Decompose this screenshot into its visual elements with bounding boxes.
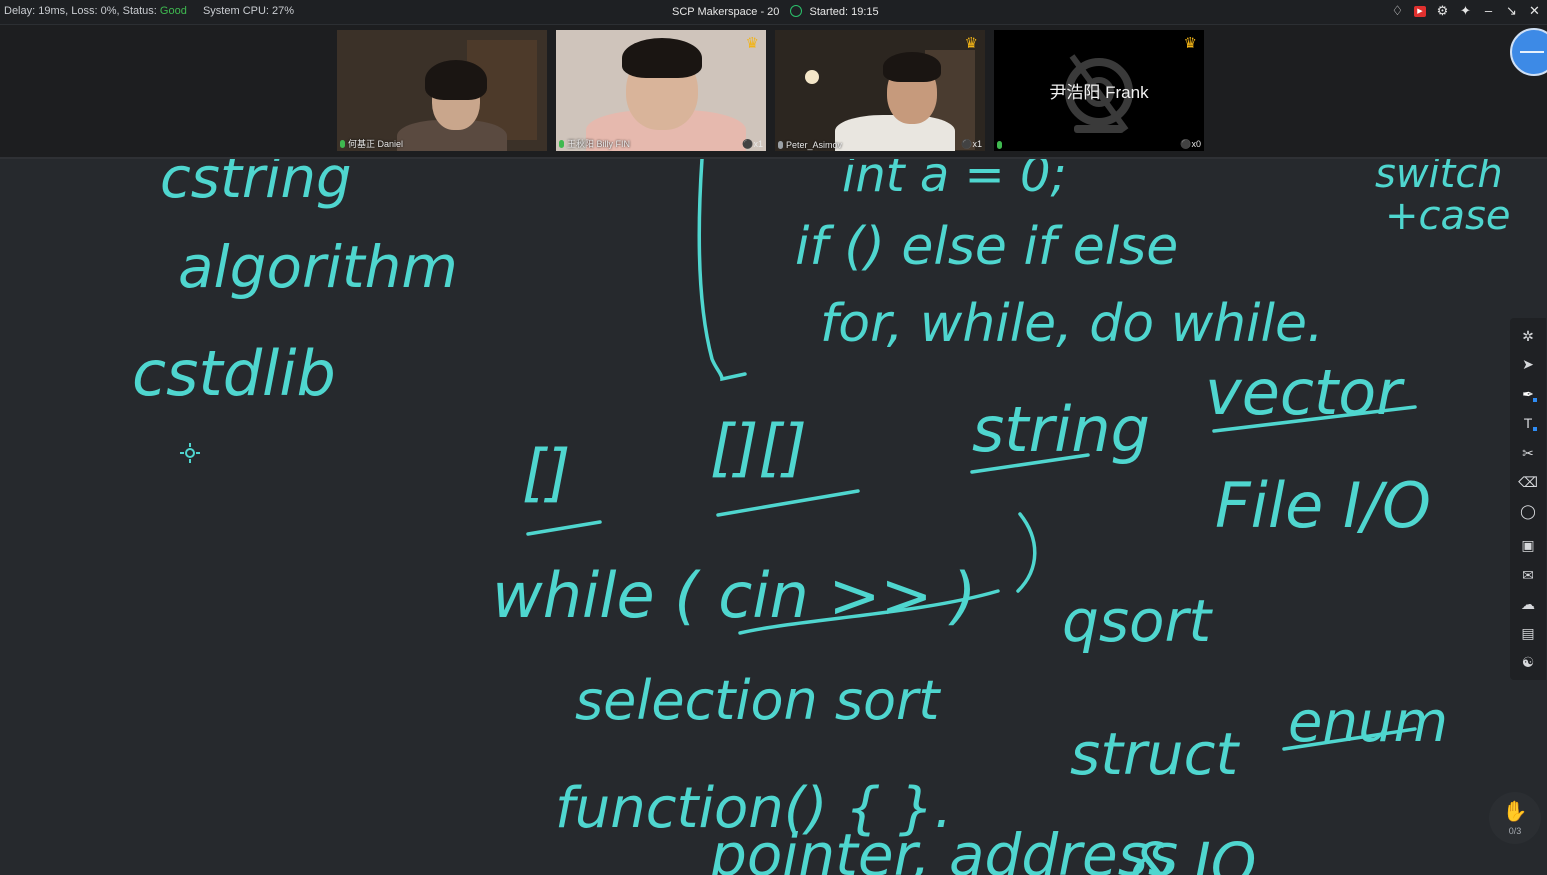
participant-name: Peter_Asimov bbox=[778, 140, 842, 150]
wb-text-switch: switch bbox=[1375, 159, 1503, 197]
trophy-count: ⚫x0 bbox=[1180, 139, 1201, 149]
clock-icon bbox=[790, 5, 803, 17]
window-controls: ♢ ▶ ⚙ ✦ – ↘ ✕ bbox=[1391, 3, 1541, 19]
minimize-icon[interactable]: – bbox=[1482, 3, 1495, 19]
wb-text-int: int a = 0; bbox=[842, 159, 1067, 203]
video-tile-frank[interactable]: 尹浩阳 Frank ♛ ⚫x0 bbox=[994, 30, 1204, 151]
shape-icon[interactable]: ◯ bbox=[1518, 501, 1538, 521]
wb-text-fileio: File I/O bbox=[1215, 469, 1431, 542]
wb-text-pointer: pointer, address bbox=[709, 821, 1178, 875]
wb-text-array: [] bbox=[522, 436, 570, 509]
gear-icon[interactable]: ⚙ bbox=[1436, 3, 1449, 19]
raise-hand-count: 0/3 bbox=[1508, 826, 1522, 836]
trophy-icon: ⚫ bbox=[742, 139, 754, 149]
video-tile-billy[interactable]: ♛ 王秋阳 Billy FIN ⚫x1 bbox=[556, 30, 766, 151]
participant-mic bbox=[997, 140, 1005, 150]
whiteboard-canvas[interactable]: cstring algorithm cstdlib int a = 0; if … bbox=[0, 159, 1547, 875]
mic-icon bbox=[997, 141, 1002, 149]
chat-icon[interactable]: ✉ bbox=[1518, 565, 1538, 585]
trophy-count: ⚫x1 bbox=[961, 139, 982, 149]
pen-icon[interactable]: ✒ bbox=[1518, 384, 1538, 404]
crown-icon: ♛ bbox=[1183, 35, 1197, 52]
toolbox-icon[interactable]: ▤ bbox=[1518, 623, 1538, 643]
video-tile-daniel[interactable]: 何基正 Daniel bbox=[337, 30, 547, 151]
started-time: Started: 19:15 bbox=[809, 6, 879, 18]
stats-text: Delay: 19ms, Loss: 0%, Status: bbox=[4, 5, 157, 17]
scissors-icon[interactable]: ✂ bbox=[1518, 443, 1538, 463]
wb-text-string: string bbox=[972, 393, 1150, 466]
paren-close bbox=[1016, 512, 1037, 593]
whiteboard[interactable]: cstring algorithm cstdlib int a = 0; if … bbox=[0, 159, 1547, 875]
trophy-count: ⚫x1 bbox=[742, 139, 763, 149]
session-info: SCP Makerspace - 20 Started: 19:15 bbox=[672, 5, 879, 18]
document-icon[interactable]: ▣ bbox=[1518, 535, 1538, 555]
wb-text-cstdlib: cstdlib bbox=[132, 337, 336, 410]
crown-icon: ♛ bbox=[964, 35, 978, 52]
wb-text-if-else: if () else if else bbox=[795, 217, 1178, 277]
bell-icon[interactable]: ♢ bbox=[1391, 3, 1404, 19]
participant-name-overlay: 尹浩阳 Frank bbox=[1049, 83, 1149, 102]
mic-icon bbox=[559, 140, 564, 148]
wb-text-cstring: cstring bbox=[160, 159, 352, 211]
wb-text-loops: for, while, do while. bbox=[820, 294, 1323, 354]
raise-hand-button[interactable]: ✋ 0/3 bbox=[1489, 792, 1541, 844]
mic-icon bbox=[340, 140, 345, 148]
status-bar: Delay: 19ms, Loss: 0%, Status: Good Syst… bbox=[0, 0, 1547, 25]
bracket-stroke bbox=[697, 159, 747, 382]
laser-pointer-icon[interactable]: ✲ bbox=[1518, 326, 1538, 346]
text-icon[interactable]: T bbox=[1518, 413, 1538, 433]
crown-icon: ♛ bbox=[745, 35, 759, 52]
wb-text-struct: struct bbox=[1070, 720, 1240, 788]
wb-text-selection-sort: selection sort bbox=[575, 669, 941, 732]
underline-array bbox=[526, 520, 602, 536]
record-icon[interactable]: ▶ bbox=[1414, 5, 1426, 17]
wb-text-while-cin: while ( cin >> ) bbox=[492, 559, 976, 632]
wb-text-algorithm: algorithm bbox=[178, 233, 458, 301]
connection-stats: Delay: 19ms, Loss: 0%, Status: Good Syst… bbox=[4, 5, 294, 17]
wb-text-io: & IO bbox=[1130, 830, 1256, 875]
users-icon[interactable]: ☯ bbox=[1518, 652, 1538, 672]
status-good: Good bbox=[159, 5, 187, 17]
restore-icon[interactable]: ↘ bbox=[1505, 3, 1518, 19]
hand-icon: ✋ bbox=[1502, 801, 1528, 823]
wb-text-vector: vector bbox=[1205, 356, 1405, 429]
trophy-icon: ⚫ bbox=[1180, 139, 1192, 149]
cloud-icon[interactable]: ☁ bbox=[1518, 594, 1538, 614]
close-icon[interactable]: ✕ bbox=[1528, 3, 1541, 19]
wb-text-array2d: [][] bbox=[710, 411, 807, 484]
participant-name: 何基正 Daniel bbox=[340, 137, 403, 150]
select-icon[interactable]: ➤ bbox=[1518, 354, 1538, 374]
trophy-icon: ⚫ bbox=[961, 139, 973, 149]
video-tile-peter[interactable]: ♛ Peter_Asimov ⚫x1 bbox=[775, 30, 985, 151]
participant-name: 王秋阳 Billy FIN bbox=[559, 137, 630, 150]
underline-array2d bbox=[716, 489, 860, 517]
wb-text-case: +case bbox=[1385, 193, 1510, 239]
video-strip: 何基正 Daniel ♛ 王秋阳 Billy FIN ⚫x1 ♛ Peter_A… bbox=[0, 25, 1547, 159]
pin-icon[interactable]: ✦ bbox=[1459, 3, 1472, 19]
mic-muted-icon bbox=[778, 141, 783, 149]
cursor-crosshair bbox=[180, 443, 200, 463]
whiteboard-toolbar: ✲ ➤ ✒ T ✂ ⌫ ◯ ▣ ✉ ☁ ▤ ☯ bbox=[1510, 318, 1546, 680]
cpu-text: System CPU: 27% bbox=[202, 5, 295, 17]
wb-text-qsort: qsort bbox=[1062, 587, 1213, 655]
session-title: SCP Makerspace - 20 bbox=[672, 6, 780, 18]
trash-icon[interactable]: ⌫ bbox=[1518, 472, 1538, 492]
